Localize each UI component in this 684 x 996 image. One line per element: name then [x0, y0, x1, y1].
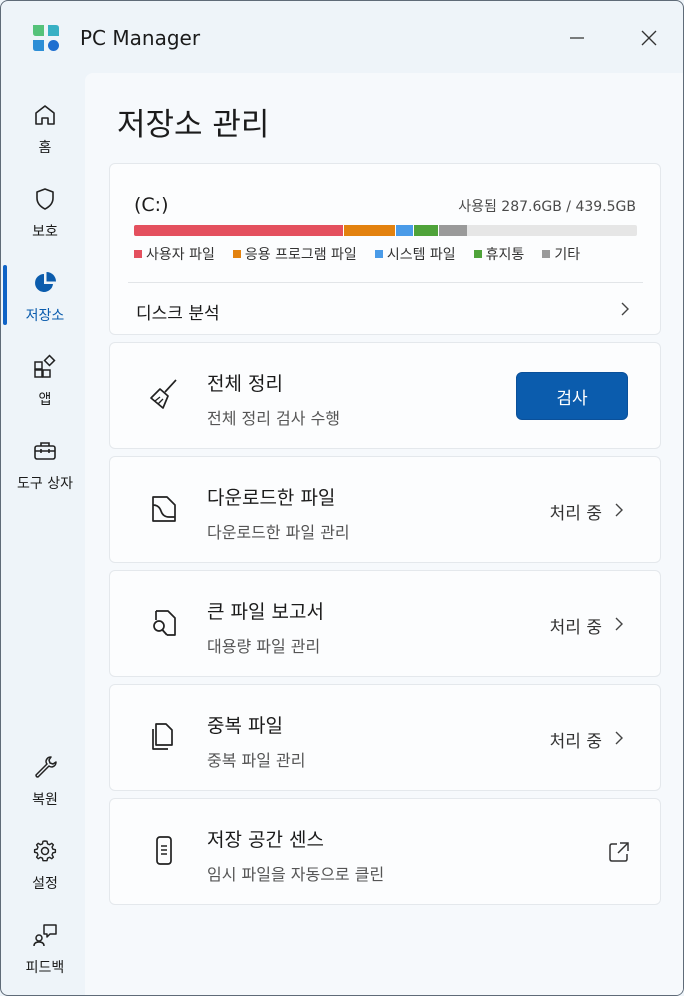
legend-swatch	[542, 250, 551, 258]
downloaded-files-title: 다운로드한 파일	[207, 487, 336, 509]
storage-sense-title: 저장 공간 센스	[207, 829, 324, 851]
usage-segment-app-files	[344, 225, 397, 236]
legend-item: 사용자 파일	[134, 244, 215, 264]
legend-swatch	[374, 250, 383, 258]
large-file-report-title: 큰 파일 보고서	[207, 601, 324, 623]
file-search-icon	[144, 603, 184, 643]
chevron-right-icon	[614, 19, 628, 33]
status-label: 처리 중	[549, 732, 602, 752]
minimize-icon	[570, 37, 584, 39]
minimize-button[interactable]	[554, 21, 600, 55]
sidebar-item-label: 저장소	[25, 308, 65, 324]
usage-legend: 사용자 파일 응용 프로그램 파일 시스템 파일 휴지통 기타	[134, 244, 580, 264]
legend-label: 기타	[554, 247, 581, 263]
sidebar-item-apps[interactable]: 앱	[5, 347, 85, 421]
sidebar-item-feedback[interactable]: 피드백	[5, 915, 85, 989]
sidebar-item-label: 피드백	[25, 960, 65, 976]
sidebar-item-label: 설정	[32, 876, 58, 892]
sidebar-item-label: 도구 상자	[17, 476, 73, 492]
sidebar: 홈 보호 저장소 앱 도구 상자 복원 설정 피드백	[1, 73, 89, 995]
full-cleanup-subtitle: 전체 정리 검사 수행	[207, 409, 341, 428]
disk-analysis-row[interactable]: 디스크 분석	[110, 283, 662, 335]
chevron-right-icon	[615, 731, 623, 745]
toolbox-icon	[31, 437, 59, 465]
status-label: 처리 중	[549, 504, 602, 524]
pie-chart-icon	[31, 269, 59, 297]
legend-swatch	[232, 250, 241, 258]
legend-item: 휴지통	[473, 244, 525, 264]
wrench-icon	[31, 753, 59, 781]
legend-item: 응용 프로그램 파일	[232, 244, 357, 264]
shield-icon	[31, 185, 59, 213]
downloaded-files-card[interactable]: 다운로드한 파일 다운로드한 파일 관리 처리 중	[109, 456, 661, 563]
apps-icon	[31, 353, 59, 381]
download-file-icon	[144, 489, 184, 529]
gear-icon	[31, 837, 59, 865]
sidebar-item-label: 홈	[38, 140, 52, 156]
legend-swatch	[134, 250, 142, 258]
full-cleanup-card: 전체 정리 전체 정리 검사 수행 검사	[109, 342, 661, 449]
sidebar-item-storage[interactable]: 저장소	[5, 263, 85, 337]
title-bar: PC Manager	[1, 1, 683, 73]
legend-item: 기타	[542, 244, 580, 264]
duplicate-files-title: 중복 파일	[207, 715, 283, 737]
home-icon	[31, 101, 59, 129]
sidebar-item-label: 앱	[38, 392, 52, 408]
usage-segment-system-files	[396, 225, 415, 236]
scan-button[interactable]: 검사	[516, 372, 628, 420]
legend-label: 휴지통	[485, 247, 525, 263]
storage-sense-card[interactable]: 저장 공간 센스 임시 파일을 자동으로 클린	[109, 798, 661, 905]
close-icon	[641, 30, 657, 46]
legend-label: 시스템 파일	[386, 247, 456, 263]
large-file-report-subtitle: 대용량 파일 관리	[207, 637, 321, 656]
chevron-right-icon	[615, 503, 623, 517]
usage-bar	[134, 225, 637, 236]
downloaded-files-subtitle: 다운로드한 파일 관리	[207, 523, 350, 542]
app-title: PC Manager	[80, 26, 201, 50]
legend-label: 사용자 파일	[146, 247, 215, 263]
disk-analysis-label: 디스크 분석	[136, 304, 220, 324]
external-link-icon[interactable]	[608, 841, 630, 863]
drive-label: (C:)	[134, 194, 169, 216]
full-cleanup-title: 전체 정리	[207, 373, 283, 395]
sidebar-item-protection[interactable]: 보호	[5, 179, 85, 253]
close-button[interactable]	[626, 21, 672, 55]
usage-segment-other	[439, 225, 468, 236]
duplicate-files-icon	[144, 717, 184, 757]
feedback-icon	[31, 921, 59, 949]
sidebar-item-toolbox[interactable]: 도구 상자	[5, 431, 85, 505]
status-label: 처리 중	[549, 618, 602, 638]
disk-usage-card: (C:) 사용됨 287.6GB / 439.5GB 사용자 파일 응용 프로그…	[109, 163, 661, 335]
sidebar-item-home[interactable]: 홈	[5, 95, 85, 169]
large-file-report-card[interactable]: 큰 파일 보고서 대용량 파일 관리 처리 중	[109, 570, 661, 677]
app-window: PC Manager 홈 보호 저장소 앱 도구 상자 복원 설정 피드백 저장…	[0, 0, 684, 996]
broom-icon	[144, 375, 184, 415]
duplicate-files-card[interactable]: 중복 파일 중복 파일 관리 처리 중	[109, 684, 661, 791]
sidebar-item-label: 보호	[32, 224, 58, 240]
legend-label: 응용 프로그램 파일	[244, 247, 357, 263]
sidebar-item-restore[interactable]: 복원	[5, 747, 85, 821]
pc-manager-logo-icon	[31, 23, 61, 53]
chevron-right-icon	[615, 617, 623, 631]
legend-swatch	[473, 250, 482, 258]
phone-icon	[144, 831, 184, 871]
usage-text: 사용됨 287.6GB / 439.5GB	[458, 199, 636, 215]
usage-segment-recycle-bin	[414, 225, 440, 236]
usage-segment-user-files	[134, 225, 345, 236]
sidebar-item-settings[interactable]: 설정	[5, 831, 85, 905]
legend-item: 시스템 파일	[374, 244, 456, 264]
duplicate-files-subtitle: 중복 파일 관리	[207, 751, 306, 770]
chevron-right-icon	[621, 302, 629, 316]
page-title: 저장소 관리	[117, 107, 270, 143]
storage-sense-subtitle: 임시 파일을 자동으로 클린	[207, 865, 385, 884]
sidebar-item-label: 복원	[32, 792, 58, 808]
